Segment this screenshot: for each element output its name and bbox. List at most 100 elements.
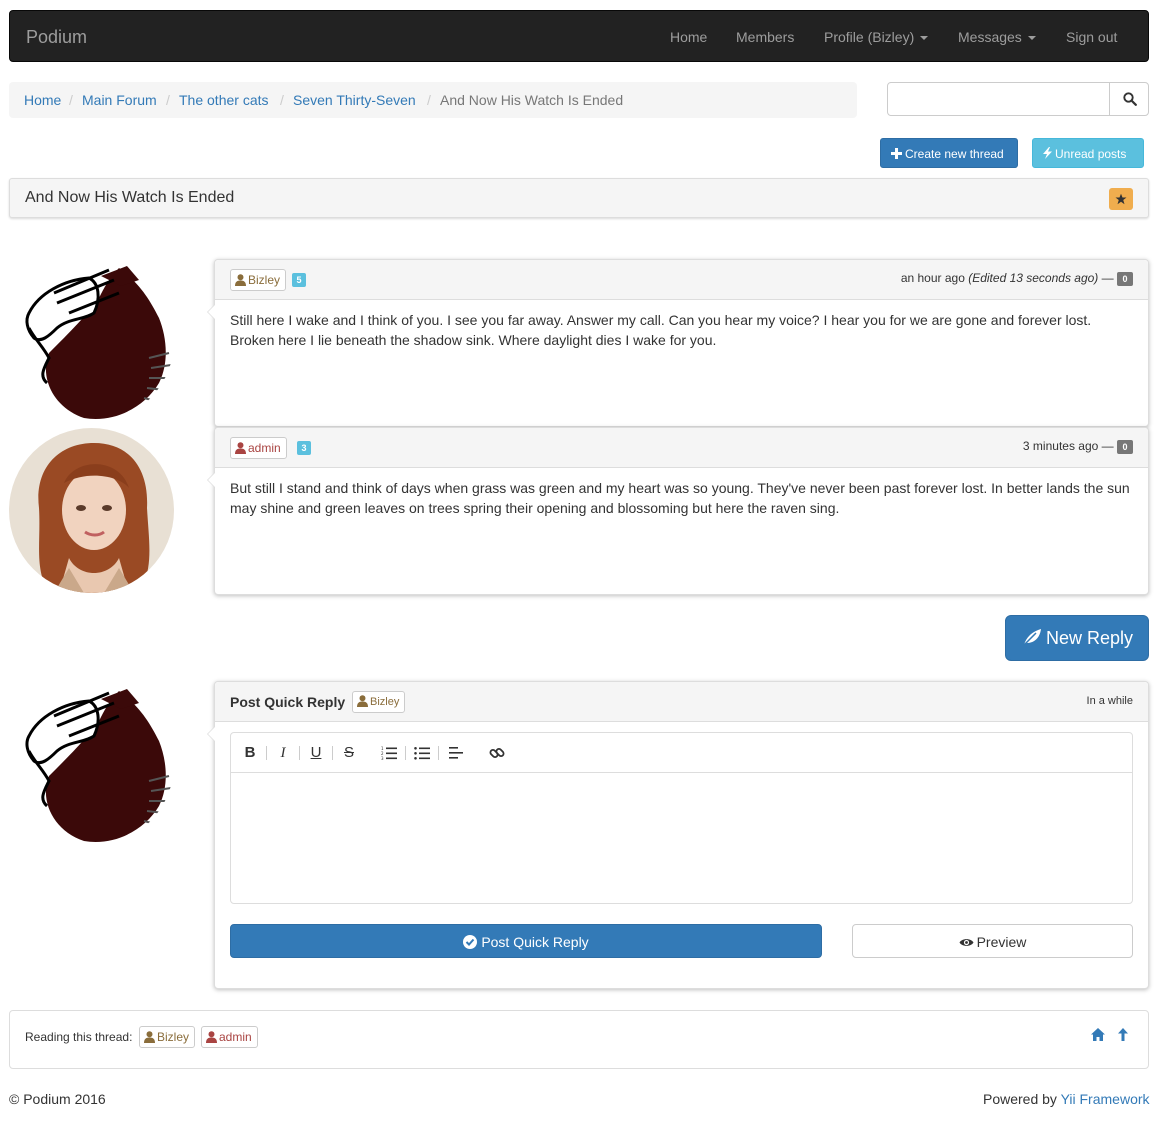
nav-profile-label: Profile (Bizley) [824, 29, 915, 45]
user-icon [144, 1031, 155, 1043]
editor-toolbar: B I U S 123 [231, 733, 1132, 773]
powered-by-label: Powered by [983, 1091, 1057, 1107]
toolbar-divider [438, 746, 439, 760]
unordered-list-icon[interactable] [413, 744, 431, 762]
likes-badge[interactable]: 0 [1117, 272, 1133, 286]
post-pointer [207, 304, 215, 320]
create-thread-button[interactable]: Create new thread [880, 138, 1018, 168]
underline-icon[interactable]: U [307, 744, 325, 762]
yii-framework-link[interactable]: Yii Framework [1061, 1091, 1150, 1107]
breadcrumb-seven-thirty-seven[interactable]: Seven Thirty-Seven [293, 92, 416, 108]
author-tag-bizley[interactable]: Bizley [230, 269, 287, 291]
copyright: © Podium 2016 [9, 1091, 106, 1107]
post-2: admin 3 3 minutes ago — 0 But still I st… [207, 427, 1149, 595]
bolt-icon [1043, 147, 1052, 159]
eye-icon [959, 939, 974, 946]
unread-posts-label: Unread posts [1055, 147, 1127, 161]
reader-tag-bizley[interactable]: Bizley [139, 1026, 196, 1048]
thread-title: And Now His Watch Is Ended [25, 189, 235, 206]
home-icon[interactable] [1091, 1028, 1105, 1041]
preview-label: Preview [976, 934, 1027, 950]
author-tag-bizley[interactable]: Bizley [352, 691, 406, 713]
unread-posts-button[interactable]: Unread posts [1032, 138, 1144, 168]
post-count-badge: 5 [292, 273, 306, 287]
nav-messages-dropdown[interactable]: Messages [958, 29, 1036, 45]
user-icon [235, 274, 246, 286]
post-pointer [207, 726, 215, 742]
breadcrumb-separator: / [280, 92, 284, 108]
nav-profile-dropdown[interactable]: Profile (Bizley) [824, 29, 929, 45]
post-quick-reply-label: Post Quick Reply [481, 934, 589, 950]
post-body: But still I stand and think of days when… [230, 480, 1130, 516]
navbar: Podium Home Members Profile (Bizley) Mes… [9, 10, 1149, 62]
reader-name: admin [219, 1030, 252, 1044]
post-quick-reply-button[interactable]: Post Quick Reply [230, 924, 822, 958]
strikethrough-icon[interactable]: S [340, 744, 358, 762]
author-tag-admin[interactable]: admin [230, 437, 287, 459]
rich-text-editor: B I U S 123 [230, 732, 1133, 904]
post-header: admin 3 3 minutes ago — 0 [215, 428, 1148, 468]
subscribe-star-button[interactable] [1109, 188, 1133, 210]
new-reply-label: New Reply [1046, 628, 1134, 648]
bold-icon[interactable]: B [241, 744, 259, 762]
post-meta: 3 minutes ago — 0 [1023, 438, 1133, 454]
leaf-icon [1023, 629, 1041, 646]
reader-tag-admin[interactable]: admin [201, 1026, 258, 1048]
ordered-list-icon[interactable]: 123 [380, 744, 398, 762]
plus-icon [891, 148, 902, 159]
quick-reply-time: In a while [1086, 695, 1133, 707]
breadcrumb-main-forum[interactable]: Main Forum [82, 92, 157, 108]
nav-home[interactable]: Home [670, 29, 707, 45]
quick-reply-header: Post Quick Reply Bizley In a while [215, 682, 1148, 722]
avatar-bizley [9, 258, 174, 423]
breadcrumb-separator: / [427, 92, 431, 108]
quick-reply-panel: Post Quick Reply Bizley In a while B I U… [207, 681, 1149, 989]
breadcrumb-separator: / [166, 92, 170, 108]
search-icon [1123, 92, 1137, 106]
reading-label: Reading this thread: [25, 1030, 133, 1044]
post-1: Bizley 5 an hour ago (Edited 13 seconds … [207, 259, 1149, 427]
link-icon[interactable] [488, 744, 506, 762]
user-icon [357, 695, 368, 707]
post-pointer [207, 472, 215, 488]
author-name: admin [248, 441, 281, 455]
likes-badge[interactable]: 0 [1117, 440, 1133, 454]
powered-by: Powered by Yii Framework [983, 1091, 1150, 1107]
reader-name: Bizley [157, 1030, 190, 1044]
search-input[interactable] [887, 82, 1110, 116]
post-time: an hour ago [900, 271, 965, 285]
arrow-up-icon[interactable] [1118, 1028, 1128, 1041]
nav-messages-label: Messages [958, 29, 1022, 45]
breadcrumb-home[interactable]: Home [24, 92, 61, 108]
caret-down-icon [1027, 36, 1036, 41]
new-reply-button[interactable]: New Reply [1005, 615, 1149, 661]
italic-icon[interactable]: I [274, 744, 292, 762]
meta-dash: — [1101, 271, 1114, 285]
meta-dash: — [1101, 439, 1114, 453]
align-left-icon[interactable] [447, 744, 465, 762]
search-button[interactable] [1109, 82, 1149, 116]
post-body: Still here I wake and I think of you. I … [230, 312, 1092, 348]
toolbar-divider [405, 746, 406, 760]
reply-textarea[interactable] [231, 774, 1132, 903]
breadcrumb-separator: / [69, 92, 73, 108]
brand-logo[interactable]: Podium [26, 27, 87, 47]
post-count-badge: 3 [297, 441, 311, 455]
user-icon [206, 1031, 217, 1043]
caret-down-icon [920, 36, 929, 41]
post-time: 3 minutes ago [1022, 439, 1099, 453]
avatar-admin [9, 428, 174, 593]
nav-sign-out[interactable]: Sign out [1066, 29, 1117, 45]
toolbar-divider [299, 746, 300, 760]
user-icon [235, 442, 246, 454]
nav-members[interactable]: Members [736, 29, 794, 45]
reading-panel: Reading this thread: Bizley admin [9, 1010, 1149, 1069]
breadcrumb-other-cats[interactable]: The other cats [179, 92, 269, 108]
quick-reply-title: Post Quick Reply [230, 694, 346, 710]
post-header: Bizley 5 an hour ago (Edited 13 seconds … [215, 260, 1148, 300]
preview-button[interactable]: Preview [852, 924, 1133, 958]
avatar-bizley-reply [9, 681, 174, 846]
star-icon [1115, 193, 1127, 205]
svg-text:3: 3 [381, 756, 384, 760]
toolbar-divider [332, 746, 333, 760]
